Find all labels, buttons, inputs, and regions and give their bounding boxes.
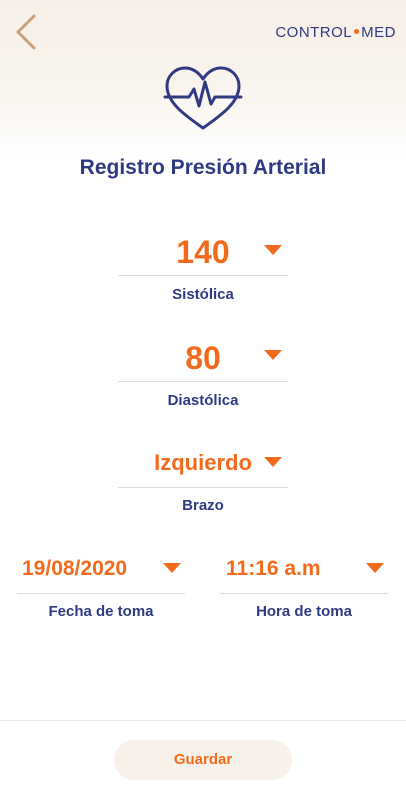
back-button[interactable] <box>12 12 42 52</box>
systolic-label: Sistólica <box>172 286 234 303</box>
caret-down-icon[interactable] <box>264 350 282 360</box>
caret-down-icon[interactable] <box>264 457 282 467</box>
systolic-value[interactable]: 140 <box>118 232 288 272</box>
diastolic-field: 80 Diastólica <box>118 338 288 414</box>
footer-divider <box>0 720 406 721</box>
arm-value[interactable]: Izquierdo <box>118 443 288 483</box>
brand-text-left: CONTROL <box>275 24 353 41</box>
date-underline <box>17 593 185 594</box>
arm-field: Izquierdo Brazo <box>118 443 288 519</box>
date-value[interactable]: 19/08/2020 <box>22 549 185 589</box>
time-field: 11:16 a.m Hora de toma <box>220 549 388 625</box>
page-title: Registro Presión Arterial <box>79 156 327 179</box>
diastolic-underline <box>118 381 288 382</box>
caret-down-icon[interactable] <box>163 563 181 573</box>
diastolic-value[interactable]: 80 <box>118 338 288 378</box>
chevron-left-icon <box>16 14 36 50</box>
arm-underline <box>118 487 288 488</box>
time-value[interactable]: 11:16 a.m <box>226 549 388 589</box>
date-field: 19/08/2020 Fecha de toma <box>17 549 185 625</box>
brand-logo: CONTROL MED <box>275 24 396 41</box>
systolic-underline <box>118 275 288 276</box>
time-label: Hora de toma <box>256 603 352 620</box>
caret-down-icon[interactable] <box>264 245 282 255</box>
time-underline <box>220 593 388 594</box>
save-button-label: Guardar <box>173 751 233 768</box>
systolic-field: 140 Sistólica <box>118 232 288 308</box>
save-button[interactable]: Guardar <box>114 740 292 780</box>
arm-label: Brazo <box>182 497 224 514</box>
brand-dot <box>354 29 360 35</box>
brand-text-right: MED <box>361 24 396 41</box>
date-label: Fecha de toma <box>48 603 154 620</box>
diastolic-label: Diastólica <box>167 392 239 409</box>
caret-down-icon[interactable] <box>366 563 384 573</box>
heart-pulse-icon <box>163 66 243 130</box>
